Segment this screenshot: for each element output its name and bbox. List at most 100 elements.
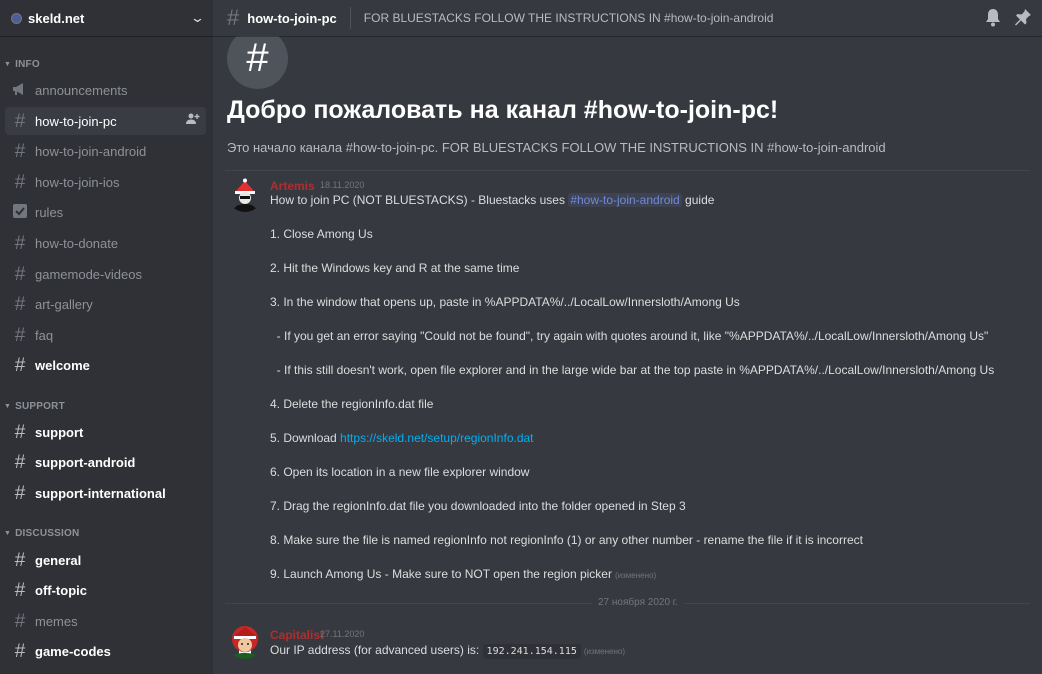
channel-how-to-join-ios[interactable]: # how-to-join-ios (5, 168, 206, 196)
message-text: 9. Launch Among Us - Make sure to NOT op… (270, 567, 612, 581)
channel-how-to-donate[interactable]: # how-to-donate (5, 229, 206, 257)
hash-icon: # (14, 610, 26, 632)
message-line: 4. Delete the regionInfo.dat file (270, 397, 434, 411)
channel-label: gamemode-videos (35, 266, 142, 282)
welcome-subtitle: Это начало канала #how-to-join-pc. FOR B… (227, 140, 886, 155)
channel-label: how-to-join-android (35, 143, 147, 159)
message-line: 9. Launch Among Us - Make sure to NOT op… (270, 567, 656, 581)
message-line: Our IP address (for advanced users) is: … (270, 643, 626, 659)
rules-icon (9, 203, 31, 222)
hash-icon: # (14, 421, 26, 443)
message-line: How to join PC (NOT BLUESTACKS) - Bluest… (270, 193, 714, 207)
caret-down-icon: ▼ (4, 60, 12, 68)
message-text: guide (681, 193, 715, 207)
ip-code-block: 192.241.154.115 (482, 644, 581, 659)
date-divider-label: 27 ноября 2020 г. (592, 597, 684, 608)
edited-tag: (изменено) (583, 647, 626, 656)
add-user-icon[interactable] (186, 113, 200, 128)
hash-icon: # (14, 482, 26, 504)
channel-support[interactable]: # support (5, 418, 206, 446)
channel-announcements[interactable]: announcements (5, 76, 206, 104)
header-divider (349, 7, 351, 29)
channel-label: rules (35, 204, 64, 220)
channel-topic[interactable]: FOR BLUESTACKS FOLLOW THE INSTRUCTIONS I… (364, 11, 774, 25)
channel-welcome[interactable]: # welcome (5, 351, 206, 379)
channel-rules[interactable]: rules (5, 198, 206, 226)
header-toolbar (984, 8, 1032, 32)
channel-label: off-topic (35, 582, 87, 598)
channel-label: art-gallery (35, 296, 93, 312)
message-line: 6. Open its location in a new file explo… (270, 465, 530, 479)
channel-label: faq (35, 327, 54, 343)
category-label: INFO (15, 58, 40, 70)
avatar[interactable] (227, 176, 263, 212)
channel-how-to-join-pc[interactable]: # how-to-join-pc (5, 107, 206, 135)
channel-header: # how-to-join-pc FOR BLUESTACKS FOLLOW T… (213, 0, 1042, 36)
hash-icon: # (14, 354, 26, 376)
message-text: Our IP address (for advanced users) is: (270, 643, 483, 657)
avatar[interactable] (227, 623, 263, 659)
channel-label: how-to-donate (35, 235, 119, 251)
channel-label: general (35, 552, 82, 568)
channel-title: how-to-join-pc (247, 10, 337, 26)
channel-game-codes[interactable]: # game-codes (5, 637, 206, 665)
hash-icon: # (14, 549, 26, 571)
channel-general[interactable]: # general (5, 546, 206, 574)
channel-how-to-join-android[interactable]: # how-to-join-android (5, 137, 206, 165)
guild-header[interactable]: skeld.net ⌄ (0, 0, 213, 36)
channel-sidebar: skeld.net ⌄ ▼ INFO announcements # how-t… (0, 0, 213, 674)
message-line: 8. Make sure the file is named regionInf… (270, 533, 863, 547)
channel-label: welcome (35, 357, 90, 373)
hash-icon: # (227, 5, 240, 30)
channel-mention[interactable]: #how-to-join-android (568, 193, 682, 207)
message-line: 7. Drag the regionInfo.dat file you down… (270, 499, 686, 513)
hash-icon: # (14, 640, 26, 662)
message-text: How to join PC (NOT BLUESTACKS) - Bluest… (270, 193, 569, 207)
category-info[interactable]: ▼ INFO (2, 57, 40, 71)
download-link[interactable]: https://skeld.net/setup/regionInfo.dat (340, 431, 533, 445)
pin-icon[interactable] (1014, 8, 1032, 32)
channel-off-topic[interactable]: # off-topic (5, 576, 206, 604)
channel-support-international[interactable]: # support-international (5, 479, 206, 507)
hash-icon: # (14, 324, 26, 346)
welcome-title: Добро пожаловать на канал #how-to-join-p… (227, 96, 779, 124)
message-timestamp: 27.11.2020 (320, 629, 365, 639)
channel-support-android[interactable]: # support-android (5, 448, 206, 476)
channel-art-gallery[interactable]: # art-gallery (5, 290, 206, 318)
category-label: SUPPORT (15, 400, 65, 412)
chevron-down-icon[interactable]: ⌄ (190, 10, 205, 26)
category-label: DISCUSSION (15, 527, 80, 539)
hash-icon: # (14, 140, 26, 162)
hash-icon: # (14, 293, 26, 315)
message-list[interactable]: # Добро пожаловать на канал #how-to-join… (213, 36, 1042, 674)
channel-gamemode-videos[interactable]: # gamemode-videos (5, 260, 206, 288)
channel-label: how-to-join-ios (35, 174, 120, 190)
welcome-divider (225, 170, 1030, 171)
message-line: - If this still doesn't work, open file … (270, 363, 995, 377)
bell-icon[interactable] (984, 8, 1002, 32)
channel-memes[interactable]: # memes (5, 607, 206, 635)
edited-tag: (изменено) (614, 571, 657, 580)
message-line: 3. In the window that opens up, paste in… (270, 295, 740, 309)
channel-label: support-international (35, 485, 166, 501)
message-line: 1. Close Among Us (270, 227, 373, 241)
category-discussion[interactable]: ▼ DISCUSSION (2, 526, 79, 540)
hash-icon: # (14, 451, 26, 473)
message-author[interactable]: Artemis (270, 179, 315, 193)
caret-down-icon: ▼ (4, 529, 12, 537)
message-text: 5. Download (270, 431, 341, 445)
hash-icon: # (14, 232, 26, 254)
guild-name: skeld.net (28, 10, 85, 26)
hash-icon: # (14, 171, 26, 193)
channel-label: support (35, 424, 84, 440)
channel-label: announcements (35, 82, 128, 98)
message-line: 2. Hit the Windows key and R at the same… (270, 261, 520, 275)
hash-icon: # (14, 263, 26, 285)
guild-icon (11, 12, 22, 24)
channel-label: support-android (35, 454, 136, 470)
message-timestamp: 18.11.2020 (320, 180, 365, 190)
channel-faq[interactable]: # faq (5, 321, 206, 349)
message-author[interactable]: Capitalist (270, 628, 324, 642)
category-support[interactable]: ▼ SUPPORT (2, 399, 65, 413)
channel-label: how-to-join-pc (35, 113, 117, 129)
